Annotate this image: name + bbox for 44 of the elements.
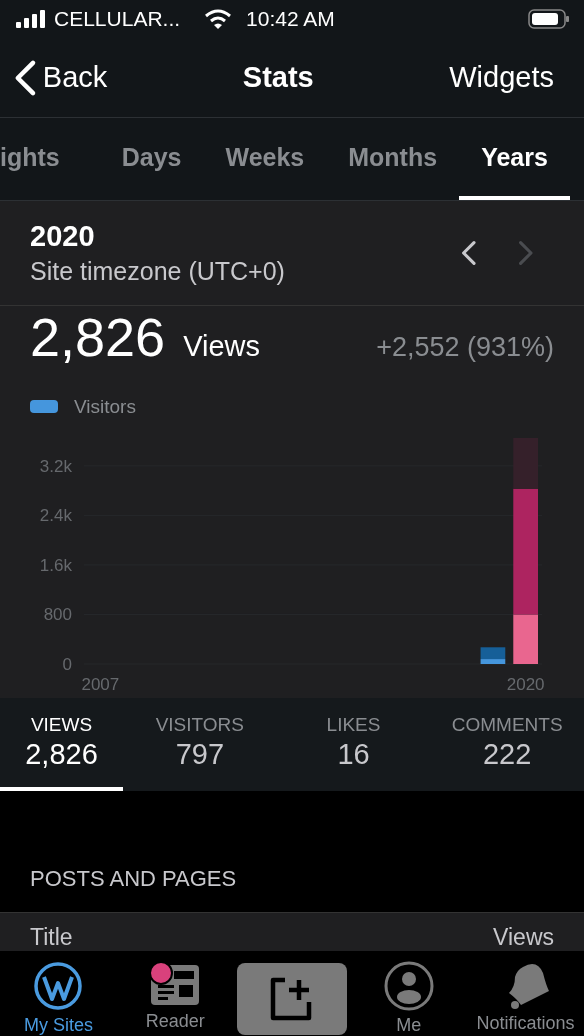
back-button[interactable]: Back (14, 58, 108, 97)
period-title: 2020 (30, 220, 96, 253)
period-tab[interactable]: Months (326, 118, 460, 200)
battery-icon (528, 9, 570, 29)
views-change: +2,552 (931%) (376, 332, 554, 363)
tab-bar-item[interactable]: Reader (116, 955, 234, 1036)
column-header: Views (493, 924, 554, 951)
axis-label: 1.6k (39, 555, 72, 575)
column-header: Title (30, 924, 73, 951)
stat-tab[interactable]: VIEWS 2,826 (0, 698, 123, 792)
period-tab[interactable]: ights (0, 118, 100, 200)
timezone-text: Site timezone (UTC+0) (30, 257, 285, 286)
chevron-left-icon (460, 240, 477, 266)
back-icon (14, 58, 37, 97)
stat-tab[interactable]: VISITORS 797 (123, 698, 277, 792)
legend-label: Visitors (74, 396, 136, 418)
axis-label: 0 (62, 655, 72, 674)
axis-label: 2.4k (39, 506, 72, 526)
wifi-icon (204, 9, 233, 29)
stat-tab[interactable]: LIKES 16 (276, 698, 431, 792)
tab-bar-item[interactable]: My Sites (0, 955, 117, 1036)
clock-text: 10:42 AM (246, 7, 335, 31)
period-tab[interactable]: Weeks (203, 118, 327, 200)
carrier-text: CELLULAR... (54, 7, 181, 31)
signal-icon (16, 10, 46, 28)
axis-label: 800 (43, 605, 72, 625)
axis-label: 2020 (506, 675, 545, 694)
legend-swatch (30, 400, 58, 414)
views-total: 2,826 (30, 306, 166, 368)
new-post-button[interactable] (237, 963, 347, 1035)
widgets-button[interactable]: Widgets (449, 61, 554, 94)
axis-label: 3.2k (39, 456, 72, 476)
period-tab[interactable]: Days (99, 118, 204, 200)
stat-tab[interactable]: COMMENTS 222 (430, 698, 584, 792)
views-label: Views (183, 330, 260, 363)
logo-icon (33, 961, 84, 1011)
chevron-right-icon (518, 240, 534, 266)
person-icon (383, 961, 434, 1011)
screen-title: Stats (242, 61, 314, 94)
tab-bar-item[interactable]: Me (350, 955, 468, 1036)
tab-bar-item[interactable]: Notifications (467, 955, 584, 1036)
axis-label: 2007 (81, 675, 120, 694)
previous-button[interactable] (460, 240, 477, 266)
section-heading: POSTS AND PAGES (30, 865, 237, 892)
